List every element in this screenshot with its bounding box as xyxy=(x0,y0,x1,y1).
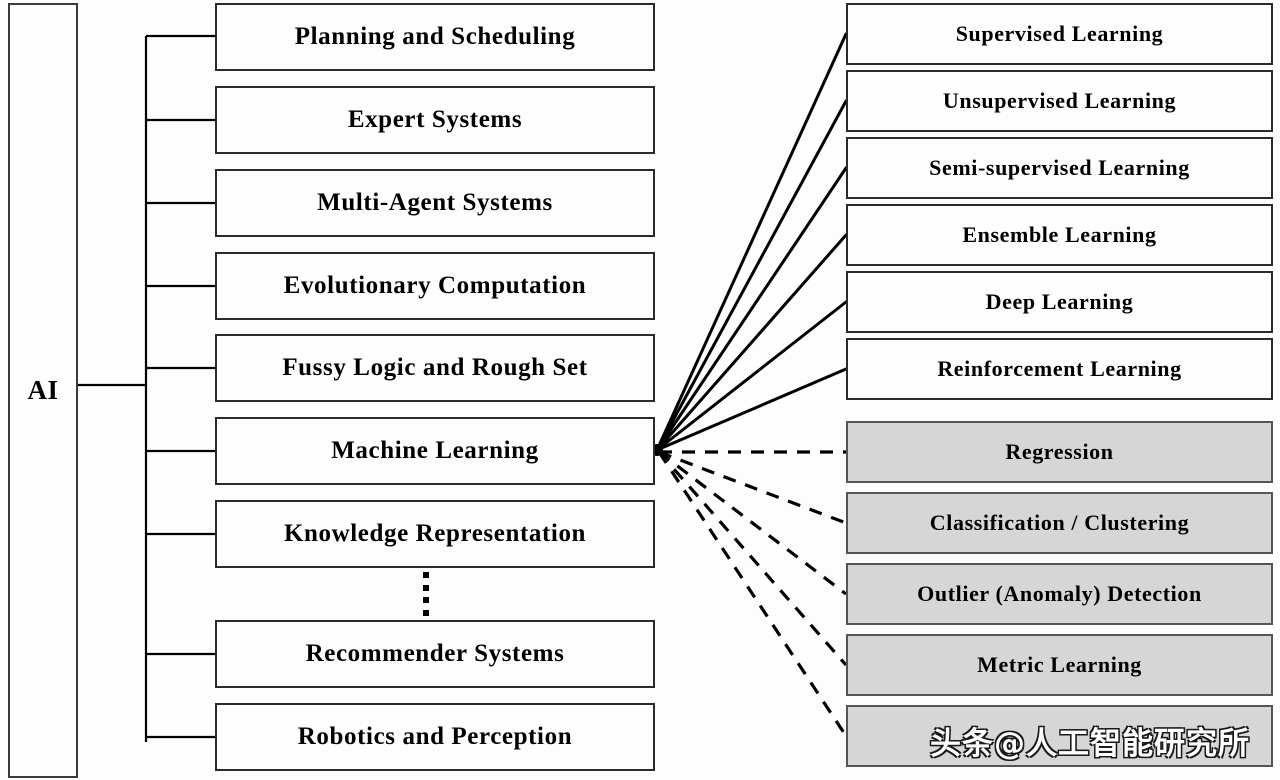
node-label: Reinforcement Learning xyxy=(937,356,1182,382)
node-label: Unsupervised Learning xyxy=(942,88,1177,114)
fan-line-unsupervised-learning xyxy=(655,99,848,452)
fan-line-reinforcement-learning xyxy=(655,367,848,452)
node-outlier-anomaly-detection[interactable]: Outlier (Anomaly) Detection xyxy=(846,563,1273,625)
node-unsupervised-learning[interactable]: Unsupervised Learning xyxy=(846,70,1273,132)
diagram-canvas: AI Planning and Scheduling Expert System… xyxy=(0,0,1280,780)
node-label: Metric Learning xyxy=(977,652,1142,678)
node-label: Planning and Scheduling xyxy=(294,22,576,50)
node-label: Recommender Systems xyxy=(305,639,565,667)
node-label: Fussy Logic and Rough Set xyxy=(282,353,588,381)
ellipsis-dot xyxy=(423,609,429,616)
ellipsis-dot xyxy=(423,597,429,604)
dashed-line-additional-task xyxy=(657,451,848,737)
ellipsis-dot xyxy=(423,584,429,591)
node-classification-clustering[interactable]: Classification / Clustering xyxy=(846,492,1273,554)
node-fussy-logic-and-rough-set[interactable]: Fussy Logic and Rough Set xyxy=(215,334,655,402)
node-label: Classification / Clustering xyxy=(929,510,1190,536)
node-label: Expert Systems xyxy=(347,105,523,133)
node-label: Multi-Agent Systems xyxy=(317,188,553,216)
node-evolutionary-computation[interactable]: Evolutionary Computation xyxy=(215,252,655,320)
node-regression[interactable]: Regression xyxy=(846,421,1273,483)
node-planning-and-scheduling[interactable]: Planning and Scheduling xyxy=(215,3,655,71)
node-reinforcement-learning[interactable]: Reinforcement Learning xyxy=(846,338,1273,400)
root-node-label: AI xyxy=(27,375,59,405)
fan-line-ensemble-learning xyxy=(655,233,848,452)
fan-line-supervised-learning xyxy=(655,32,848,452)
node-machine-learning[interactable]: Machine Learning xyxy=(215,417,655,485)
watermark-text: 头条@人工智能研究所 xyxy=(930,725,1250,762)
dashed-line-outlier-detection xyxy=(658,450,847,596)
node-label: Knowledge Representation xyxy=(283,519,587,547)
node-deep-learning[interactable]: Deep Learning xyxy=(846,271,1273,333)
node-label: Deep Learning xyxy=(985,289,1134,315)
root-node-ai[interactable]: AI xyxy=(8,3,78,778)
node-label: Machine Learning xyxy=(331,436,539,464)
vertical-ellipsis-icon xyxy=(419,572,433,616)
fan-line-deep-learning xyxy=(655,300,848,452)
ellipsis-dot xyxy=(423,572,429,578)
node-metric-learning[interactable]: Metric Learning xyxy=(846,634,1273,696)
node-label: Regression xyxy=(1005,439,1114,465)
node-ensemble-learning[interactable]: Ensemble Learning xyxy=(846,204,1273,266)
node-label: Outlier (Anomaly) Detection xyxy=(917,581,1202,607)
node-knowledge-representation[interactable]: Knowledge Representation xyxy=(215,500,655,568)
node-supervised-learning[interactable]: Supervised Learning xyxy=(846,3,1273,65)
node-expert-systems[interactable]: Expert Systems xyxy=(215,86,655,154)
node-semi-supervised-learning[interactable]: Semi-supervised Learning xyxy=(846,137,1273,199)
node-label: Semi-supervised Learning xyxy=(929,155,1190,181)
node-label: Ensemble Learning xyxy=(962,222,1157,248)
node-multi-agent-systems[interactable]: Multi-Agent Systems xyxy=(215,169,655,237)
fan-line-semi-supervised-learning xyxy=(655,166,848,452)
node-label: Robotics and Perception xyxy=(297,722,573,750)
node-label: Supervised Learning xyxy=(955,21,1164,47)
dashed-line-classification xyxy=(658,450,847,525)
node-label: Evolutionary Computation xyxy=(283,271,587,299)
dashed-line-metric-learning xyxy=(657,450,848,667)
node-recommender-systems[interactable]: Recommender Systems xyxy=(215,620,655,688)
node-robotics-and-perception[interactable]: Robotics and Perception xyxy=(215,703,655,771)
